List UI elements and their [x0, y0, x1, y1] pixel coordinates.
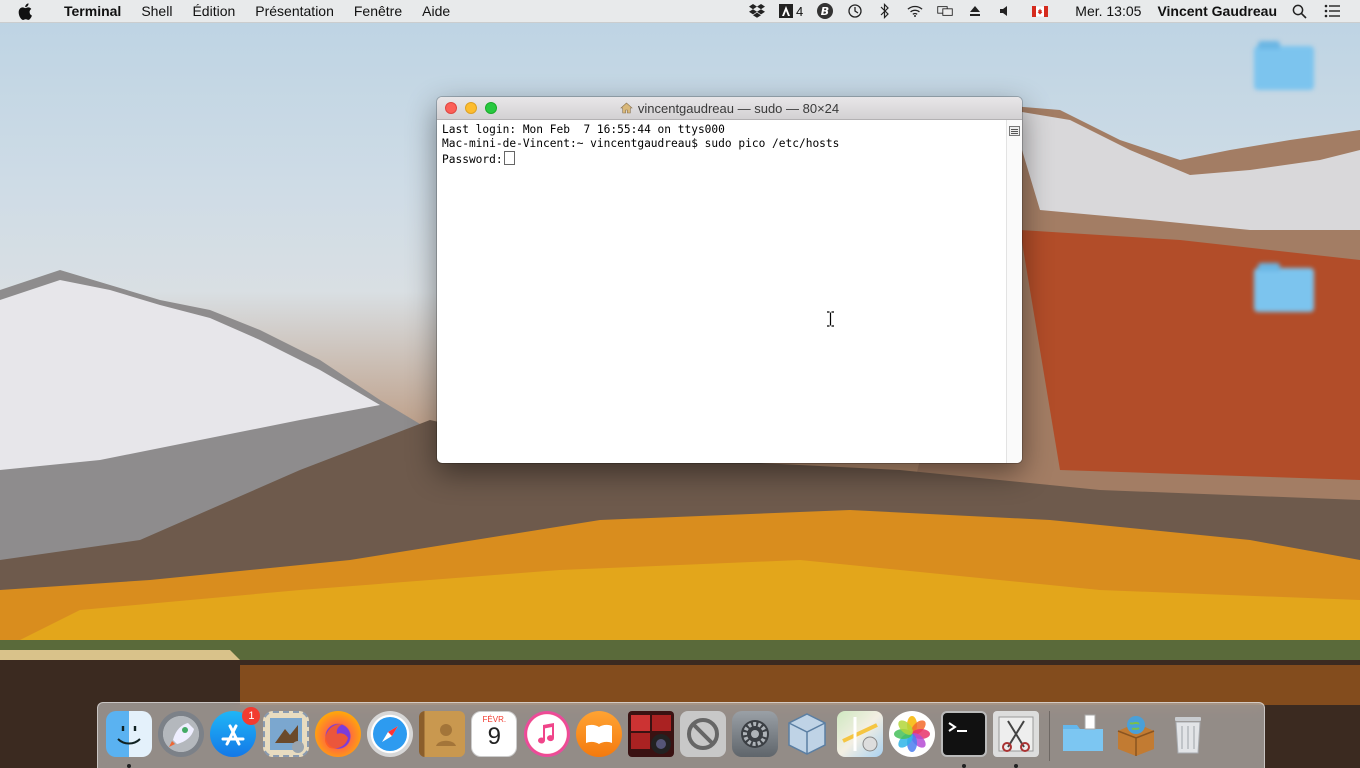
zoom-button[interactable]: [485, 102, 497, 114]
dock-separator: [1049, 711, 1051, 761]
safari-icon[interactable]: [366, 711, 413, 757]
terminal-window[interactable]: vincentgaudreau — sudo — 80×24 Last logi…: [437, 97, 1022, 463]
notification-center-icon[interactable]: [1324, 3, 1340, 19]
text-cursor-icon: [826, 311, 835, 332]
calendar-icon[interactable]: FÉVR. 9: [471, 711, 518, 757]
running-indicator: [1014, 764, 1019, 768]
menu-bar: Terminal Shell Édition Présentation Fenê…: [0, 0, 1360, 23]
running-indicator: [962, 764, 966, 768]
terminal-content[interactable]: Last login: Mon Feb 7 16:55:44 on ttys00…: [437, 120, 1006, 463]
running-indicator: [127, 764, 131, 768]
menu-aide[interactable]: Aide: [412, 0, 460, 22]
menubar-clock[interactable]: Mer. 13:05: [1067, 3, 1149, 19]
time-machine-icon[interactable]: [847, 3, 863, 19]
minimize-button[interactable]: [465, 102, 477, 114]
desktop-folder-icon[interactable]: [1244, 263, 1324, 312]
home-folder-icon: [620, 102, 633, 114]
ibooks-icon[interactable]: [575, 711, 622, 757]
terminal-titlebar[interactable]: vincentgaudreau — sudo — 80×24: [437, 97, 1022, 120]
maps-icon[interactable]: [836, 711, 883, 757]
contacts-icon[interactable]: [419, 711, 466, 757]
virtualbox-icon[interactable]: [784, 711, 830, 757]
terminal-scrollbar[interactable]: [1006, 120, 1022, 463]
bitcoin-icon[interactable]: B: [817, 3, 834, 19]
wifi-icon[interactable]: [907, 3, 923, 19]
volume-icon[interactable]: [997, 3, 1013, 19]
mail-icon[interactable]: [262, 711, 309, 757]
menu-app-terminal[interactable]: Terminal: [54, 0, 131, 22]
archive-utility-icon[interactable]: [1113, 711, 1159, 757]
display-mirroring-icon[interactable]: [937, 3, 953, 19]
terminal-icon[interactable]: [941, 711, 987, 768]
spotlight-search-icon[interactable]: [1291, 3, 1307, 19]
window-title: vincentgaudreau — sudo — 80×24: [637, 100, 840, 116]
dock: 1 FÉVR. 9: [97, 702, 1265, 768]
input-source-flag-icon[interactable]: [1032, 3, 1049, 19]
app-store-badge: 1: [242, 707, 261, 725]
photos-icon[interactable]: [888, 711, 935, 757]
utility-app-icon[interactable]: [680, 711, 727, 757]
trash-icon[interactable]: [1165, 711, 1211, 757]
eject-icon[interactable]: [967, 3, 983, 19]
desktop-folder-icon[interactable]: [1244, 41, 1324, 90]
scissors-icon[interactable]: [993, 711, 1040, 768]
terminal-line-command: Mac-mini-de-Vincent:~ vincentgaudreau$ s…: [442, 137, 840, 150]
photo-booth-icon[interactable]: [627, 711, 674, 757]
launchpad-icon[interactable]: [158, 711, 205, 757]
svg-text:B: B: [821, 5, 829, 18]
menu-edition[interactable]: Édition: [182, 0, 245, 22]
calendar-day: 9: [487, 723, 501, 750]
menu-presentation[interactable]: Présentation: [245, 0, 344, 22]
dropbox-icon[interactable]: [749, 3, 766, 19]
downloads-folder-icon[interactable]: [1060, 711, 1106, 757]
split-pane-icon[interactable]: [1009, 123, 1020, 136]
key-cursor-icon: [503, 151, 515, 165]
app-store-icon[interactable]: 1: [210, 707, 261, 757]
itunes-icon[interactable]: [523, 711, 570, 757]
menu-fenetre[interactable]: Fenêtre: [344, 0, 412, 22]
menubar-user[interactable]: Vincent Gaudreau: [1149, 3, 1285, 19]
adobe-icon[interactable]: 4: [779, 3, 803, 19]
terminal-line-login: Last login: Mon Feb 7 16:55:44 on ttys00…: [442, 123, 725, 136]
close-button[interactable]: [445, 102, 457, 114]
bluetooth-icon[interactable]: [877, 3, 893, 19]
apple-menu-icon[interactable]: [18, 2, 38, 20]
terminal-line-password: Password:: [442, 151, 1001, 167]
menu-shell[interactable]: Shell: [131, 0, 182, 22]
adobe-count: 4: [796, 3, 804, 19]
window-controls: [445, 102, 505, 114]
finder-icon[interactable]: [106, 711, 152, 768]
system-preferences-icon[interactable]: [732, 711, 779, 757]
password-prompt: Password:: [442, 153, 503, 166]
firefox-icon[interactable]: [314, 711, 361, 757]
